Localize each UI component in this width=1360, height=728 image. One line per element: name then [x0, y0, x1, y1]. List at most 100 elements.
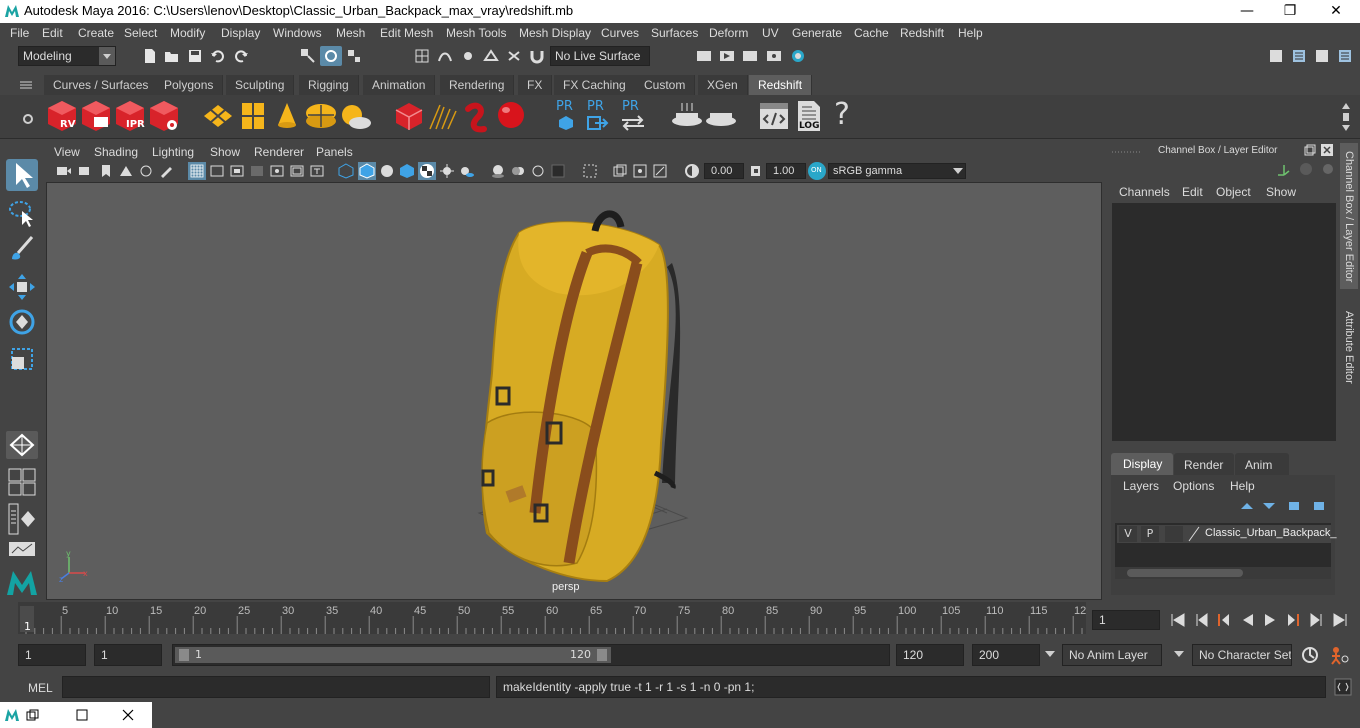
menu-display[interactable]: Display: [221, 26, 260, 40]
channel-box-menu-edit[interactable]: Edit: [1182, 185, 1203, 199]
make-live-icon[interactable]: [506, 48, 522, 64]
render-settings-icon[interactable]: [766, 48, 782, 64]
four-view-layout-icon[interactable]: [8, 468, 36, 496]
bookmark-icon[interactable]: [98, 163, 114, 179]
shelf-tab-sculpting[interactable]: Sculpting: [226, 75, 295, 95]
menu-help[interactable]: Help: [958, 26, 983, 40]
shelf-tab-curves-surfaces[interactable]: Curves / Surfaces: [44, 75, 159, 95]
portal-light-icon[interactable]: [238, 101, 268, 131]
shadows-icon[interactable]: [459, 163, 475, 179]
new-scene-icon[interactable]: [142, 48, 158, 64]
physical-light-icon[interactable]: [272, 101, 302, 131]
layer-playback-toggle[interactable]: P: [1141, 526, 1159, 542]
shelf-tab-animation[interactable]: Animation: [363, 75, 436, 95]
layer-list-scrollbar[interactable]: [1115, 567, 1331, 579]
render-current-frame-icon[interactable]: [719, 48, 735, 64]
current-frame-field[interactable]: 1: [1092, 610, 1160, 630]
script-editor-icon[interactable]: [758, 101, 790, 131]
playback-end-field[interactable]: 120: [896, 644, 964, 666]
character-set-select[interactable]: No Character Set: [1192, 644, 1292, 666]
move-layer-down-icon[interactable]: [1261, 499, 1277, 513]
playback-start-field[interactable]: 1: [94, 644, 162, 666]
channel-box-menu-object[interactable]: Object: [1216, 185, 1251, 199]
maximize-icon[interactable]: [76, 709, 88, 721]
auto-key-icon[interactable]: [1300, 645, 1320, 665]
material-sphere-icon[interactable]: [494, 99, 528, 133]
panel-drag-handle-icon[interactable]: [1112, 149, 1140, 155]
menu-file[interactable]: File: [10, 26, 29, 40]
layer-menu-help[interactable]: Help: [1230, 479, 1255, 493]
select-tool-button[interactable]: [6, 159, 38, 191]
snap-view-plane-icon[interactable]: [483, 48, 499, 64]
shelf-tab-xgen[interactable]: XGen: [698, 75, 748, 95]
single-view-layout-button[interactable]: [6, 431, 38, 459]
shelf-tab-polygons[interactable]: Polygons: [155, 75, 224, 95]
undo-icon[interactable]: [210, 48, 226, 64]
ipr-render-icon[interactable]: [742, 48, 758, 64]
bake-render-icon[interactable]: [704, 101, 738, 131]
shelf-tab-fx-caching[interactable]: FX Caching: [554, 75, 636, 95]
textured-button[interactable]: [418, 162, 436, 180]
menu-generate[interactable]: Generate: [792, 26, 842, 40]
pr-swap-button[interactable]: PR: [618, 99, 648, 133]
play-backward-icon[interactable]: [1240, 612, 1256, 628]
minimized-window[interactable]: [0, 702, 152, 728]
menu-uv[interactable]: UV: [762, 26, 779, 40]
animation-preferences-icon[interactable]: [1328, 645, 1350, 665]
move-layer-up-icon[interactable]: [1239, 499, 1255, 513]
channel-box-toggle-icon[interactable]: [1337, 48, 1353, 64]
film-gate-icon[interactable]: [209, 163, 225, 179]
layer-row[interactable]: V P Classic_Urban_Backpack_: [1117, 525, 1336, 543]
color-space-select[interactable]: sRGB gamma: [828, 163, 966, 179]
save-scene-icon[interactable]: [187, 48, 203, 64]
current-time-marker[interactable]: 1: [20, 606, 34, 633]
layer-menu-options[interactable]: Options: [1173, 479, 1214, 493]
shelf-tab-fx[interactable]: FX: [518, 75, 553, 95]
range-slider[interactable]: 1 120: [172, 644, 890, 666]
motion-blur-icon[interactable]: [510, 163, 526, 179]
viewport-menu-view[interactable]: View: [54, 145, 80, 159]
safe-action-icon[interactable]: [289, 163, 305, 179]
pr-export-button[interactable]: PR: [584, 99, 610, 133]
chevron-down-icon[interactable]: [1174, 650, 1184, 658]
grid-toggle-button[interactable]: [188, 162, 206, 180]
smooth-shade-button[interactable]: [358, 162, 376, 180]
isolate-select-icon[interactable]: [582, 163, 598, 179]
safe-title-icon[interactable]: [309, 163, 325, 179]
select-component-icon[interactable]: [346, 48, 362, 64]
grease-pencil-icon[interactable]: [158, 163, 174, 179]
bake-set-icon[interactable]: [670, 101, 704, 131]
redshift-ipr-button[interactable]: IPR: [114, 99, 146, 133]
close-panel-icon[interactable]: [1321, 144, 1333, 156]
step-forward-frame-icon[interactable]: [1308, 612, 1324, 628]
snap-curve-icon[interactable]: [437, 48, 453, 64]
menu-mesh-tools[interactable]: Mesh Tools: [446, 26, 506, 40]
chevron-down-icon[interactable]: [1045, 650, 1055, 658]
redshift-batch-render-button[interactable]: [80, 99, 112, 133]
help-question-icon[interactable]: ?: [834, 97, 850, 132]
menu-modify[interactable]: Modify: [170, 26, 205, 40]
animation-end-field[interactable]: 200: [972, 644, 1040, 666]
3d-viewport[interactable]: y x z persp: [46, 182, 1102, 600]
new-layer-selected-icon[interactable]: [1287, 499, 1303, 513]
channel-box-toggle-icon[interactable]: [1298, 161, 1314, 177]
gamma-field[interactable]: 1.00: [766, 163, 806, 179]
xray-icon[interactable]: [612, 163, 628, 179]
lasso-tool-button[interactable]: [6, 197, 38, 229]
camera-select-icon[interactable]: [56, 163, 72, 179]
field-chart-icon[interactable]: [269, 163, 285, 179]
side-tab-channel-box[interactable]: Channel Box / Layer Editor: [1340, 143, 1358, 289]
menu-edit-mesh[interactable]: Edit Mesh: [380, 26, 433, 40]
shelf-tab-rendering[interactable]: Rendering: [440, 75, 515, 95]
menu-surfaces[interactable]: Surfaces: [651, 26, 698, 40]
exposure-icon[interactable]: [684, 163, 700, 179]
layer-tab-display[interactable]: Display: [1111, 453, 1173, 475]
resolution-gate-icon[interactable]: [229, 163, 245, 179]
live-surface-field[interactable]: No Live Surface: [550, 46, 650, 66]
float-panel-icon[interactable]: [1304, 144, 1316, 156]
viewport-menu-renderer[interactable]: Renderer: [254, 145, 304, 159]
range-slider-handle[interactable]: 1 120: [175, 647, 611, 663]
xray-joints-icon[interactable]: [632, 163, 648, 179]
default-material-icon[interactable]: [379, 163, 395, 179]
snap-point-icon[interactable]: [460, 48, 476, 64]
